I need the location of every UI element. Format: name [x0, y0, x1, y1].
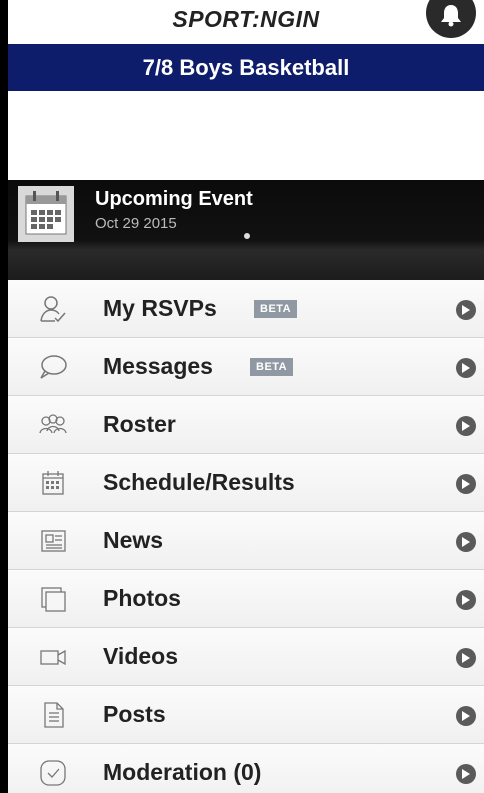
- event-date: Oct 29 2015: [95, 215, 177, 232]
- photos-icon: [41, 587, 66, 612]
- main-menu: My RSVPs BETA Messages BETA Roster Sched…: [8, 280, 484, 793]
- speech-bubble-icon: [40, 355, 67, 379]
- chevron-right-icon: [456, 764, 476, 784]
- menu-item-label: My RSVPs: [103, 295, 217, 321]
- chevron-right-icon: [456, 474, 476, 494]
- menu-item-roster[interactable]: Roster: [8, 396, 484, 454]
- blank-area: [8, 91, 484, 180]
- upcoming-event-card[interactable]: Upcoming Event Oct 29 2015: [8, 180, 484, 280]
- menu-item-label: Roster: [103, 411, 176, 437]
- menu-item-label: News: [103, 527, 164, 553]
- app-frame: SPORT:NGIN 7/8 Boys Basketball Upcoming …: [8, 0, 484, 793]
- menu-item-label: Photos: [103, 585, 181, 611]
- calendar-icon: [18, 186, 74, 242]
- checkmark-circle-icon: [40, 760, 66, 786]
- event-title: Upcoming Event: [95, 188, 253, 210]
- menu-item-news[interactable]: News: [8, 512, 484, 570]
- video-camera-icon: [40, 649, 66, 666]
- team-title-banner: 7/8 Boys Basketball: [8, 44, 484, 91]
- top-bar: SPORT:NGIN: [8, 0, 484, 44]
- chevron-right-icon: [456, 590, 476, 610]
- chevron-right-icon: [456, 358, 476, 378]
- menu-item-my-rsvps[interactable]: My RSVPs BETA: [8, 280, 484, 338]
- sportngin-logo: SPORT:NGIN: [172, 6, 320, 32]
- beta-badge: BETA: [254, 300, 298, 318]
- menu-item-schedule-results[interactable]: Schedule/Results: [8, 454, 484, 512]
- newspaper-icon: [41, 530, 66, 552]
- document-icon: [44, 702, 64, 728]
- menu-item-posts[interactable]: Posts: [8, 686, 484, 744]
- chevron-right-icon: [456, 532, 476, 552]
- bell-icon: [441, 5, 461, 27]
- menu-item-photos[interactable]: Photos: [8, 570, 484, 628]
- chevron-right-icon: [456, 416, 476, 436]
- chevron-right-icon: [456, 706, 476, 726]
- menu-item-label: Videos: [103, 643, 178, 669]
- beta-badge: BETA: [250, 358, 294, 376]
- calendar-icon: [42, 471, 64, 495]
- menu-item-videos[interactable]: Videos: [8, 628, 484, 686]
- chevron-right-icon: [456, 300, 476, 320]
- menu-item-label: Messages: [103, 353, 213, 379]
- person-check-icon: [40, 296, 66, 323]
- menu-item-moderation[interactable]: Moderation (0): [8, 744, 484, 793]
- menu-item-label: Moderation (0): [103, 759, 262, 785]
- menu-item-messages[interactable]: Messages BETA: [8, 338, 484, 396]
- menu-item-label: Posts: [103, 701, 166, 727]
- carousel-indicator-dot: [244, 233, 250, 239]
- menu-item-label: Schedule/Results: [103, 469, 295, 495]
- people-group-icon: [39, 414, 67, 434]
- chevron-right-icon: [456, 648, 476, 668]
